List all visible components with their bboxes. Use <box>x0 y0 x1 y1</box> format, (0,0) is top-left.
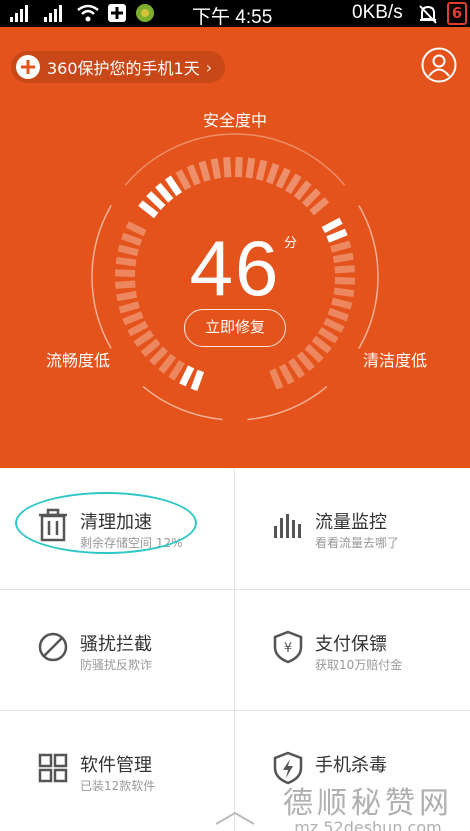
bar-chart-icon <box>274 514 301 538</box>
feature-traffic-monitor[interactable]: 流量监控 看看流量去哪了 <box>235 468 469 589</box>
gauge-segment <box>210 158 222 180</box>
security-score: 46 <box>189 224 281 312</box>
feature-subtitle: 已装12款软件 <box>80 779 156 793</box>
feature-subtitle: 获取10万赔付金 <box>315 658 403 672</box>
gauge-segment <box>122 311 144 326</box>
score-unit: 分 <box>284 236 298 251</box>
gauge-segment <box>323 317 345 333</box>
gauge-segment <box>269 368 284 390</box>
gauge-segment <box>158 353 177 374</box>
feature-title: 手机杀毒 <box>315 755 387 776</box>
app-notification-icon <box>136 4 154 22</box>
cleanliness-level: 清洁度低 <box>363 351 428 370</box>
fix-now-button[interactable]: 立即修复 <box>184 309 286 347</box>
signal-icon <box>10 5 28 22</box>
gauge-segment <box>304 343 324 363</box>
feature-title: 流量监控 <box>315 512 387 533</box>
gauge-segment <box>140 338 161 357</box>
security-hero-panel: 360保护您的手机1天 › 安全度中 46 分 立即修复 流畅度低 清洁度低 <box>0 27 470 468</box>
plus-circle-icon <box>16 55 40 79</box>
gauge-segment <box>186 164 201 186</box>
gauge-segment <box>138 200 159 219</box>
gauge-segment <box>301 188 321 208</box>
signal-icon <box>44 5 62 22</box>
status-icons-left <box>8 3 156 23</box>
status-time: 下午 4:55 <box>192 7 273 28</box>
yuan-shield-icon: ¥ <box>273 630 303 664</box>
gauge-ring <box>142 385 223 421</box>
gauge-segment <box>198 160 211 182</box>
gauge-segment <box>317 327 339 344</box>
feature-harassment-block[interactable]: 骚扰拦截 防骚扰反欺诈 <box>0 590 234 711</box>
feature-title: 骚扰拦截 <box>80 634 152 655</box>
wifi-icon <box>77 4 99 22</box>
bell-muted-icon <box>419 5 437 24</box>
protection-days-text: 360保护您的手机1天 <box>47 59 200 78</box>
gauge-segment <box>285 173 302 195</box>
watermark: 德顺秘赞网 mz.52deshun.com <box>268 778 468 831</box>
gauge-segment <box>223 157 232 178</box>
smoothness-level: 流畅度低 <box>46 351 111 370</box>
gauge-segment <box>175 169 192 191</box>
gauge-segment <box>149 346 169 366</box>
gauge-segment <box>265 163 280 185</box>
plus-box-icon <box>108 4 126 22</box>
gauge-segment <box>179 365 195 387</box>
gauge-segment <box>309 197 330 216</box>
gauge-segment <box>296 351 315 372</box>
watermark-url: mz.52deshun.com <box>294 818 442 831</box>
chevron-up-icon[interactable] <box>214 810 256 826</box>
gauge-ring <box>124 133 346 186</box>
network-speed: 0KB/s <box>352 2 403 23</box>
feature-title: 支付保镖 <box>315 634 387 655</box>
chevron-right-icon: › <box>205 57 213 77</box>
battery-icon: 6 <box>447 2 467 25</box>
feature-payment-guard[interactable]: ¥ 支付保镖 获取10万赔付金 <box>235 590 469 711</box>
gauge-segment <box>293 180 312 201</box>
gauge-segment <box>146 191 166 211</box>
gauge-ring <box>247 385 328 421</box>
gauge-segment <box>234 156 243 178</box>
gauge-segment <box>275 167 291 189</box>
apps-grid-icon <box>38 753 68 783</box>
gauge-segment <box>133 330 155 348</box>
gauge-segment <box>255 159 268 181</box>
block-icon <box>38 632 68 662</box>
feature-subtitle: 防骚扰反欺诈 <box>80 658 153 672</box>
gauge-segment <box>164 175 182 197</box>
feature-subtitle: 看看流量去哪了 <box>315 536 400 550</box>
safety-level-label: 安全度中 <box>202 111 267 130</box>
gauge-segment <box>288 357 306 379</box>
gauge-segment <box>127 320 149 337</box>
user-profile-icon[interactable] <box>421 47 457 83</box>
gauge-segment <box>190 369 205 391</box>
gauge-segment <box>278 363 295 385</box>
gauge-segment <box>245 157 256 179</box>
status-bar: 下午 4:55 0KB/s 6 <box>0 0 470 28</box>
gauge-segment <box>168 359 185 381</box>
protection-days-button[interactable]: 360保护您的手机1天 › <box>11 51 225 83</box>
feature-app-manager[interactable]: 软件管理 已装12款软件 <box>0 711 234 831</box>
svg-text:¥: ¥ <box>284 641 292 656</box>
feature-title: 软件管理 <box>80 755 152 776</box>
gauge-segment <box>155 182 174 203</box>
highlight-ellipse <box>15 492 197 554</box>
gauge-segment <box>311 335 332 354</box>
watermark-text: 德顺秘赞网 <box>283 786 453 821</box>
